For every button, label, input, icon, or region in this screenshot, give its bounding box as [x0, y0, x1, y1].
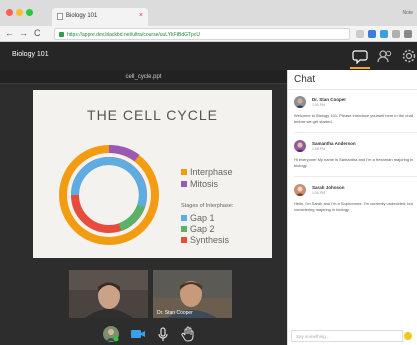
- settings-gear-icon[interactable]: [401, 48, 417, 64]
- gap1-swatch: [181, 215, 187, 221]
- mitosis-swatch: [181, 181, 187, 187]
- message-time: 1:56 PM: [312, 147, 326, 151]
- my-avatar-icon[interactable]: [103, 326, 119, 342]
- microphone-icon[interactable]: [155, 326, 171, 342]
- cell-cycle-donut-chart: [59, 144, 159, 245]
- close-tab-icon[interactable]: ×: [139, 12, 143, 19]
- emoji-icon[interactable]: [404, 332, 412, 340]
- gap1-segment: [108, 157, 147, 208]
- pocket-icon[interactable]: [392, 30, 400, 38]
- browser-tab[interactable]: Biology 101 ×: [52, 8, 148, 26]
- active-tab-indicator: [350, 67, 370, 69]
- maximize-window-button[interactable]: [26, 9, 33, 16]
- url-text: https://appre.dev.blackbd.net/ultra/cour…: [67, 32, 200, 38]
- app-header: Biology 101: [0, 42, 417, 70]
- interphase-swatch: [181, 169, 187, 175]
- main-stage: cell_cycle.ppt THE CELL CYCLE Interphase…: [0, 70, 287, 345]
- legend-label: Gap 2: [190, 224, 215, 234]
- chat-icon[interactable]: [352, 48, 368, 64]
- gap2-segment: [118, 204, 145, 231]
- avatar: [294, 96, 306, 108]
- synthesis-swatch: [181, 237, 187, 243]
- cast-icon[interactable]: [380, 30, 388, 38]
- message-author: Dr. Stan Cooper: [312, 97, 347, 102]
- message-time: 1:56 PM: [312, 191, 326, 195]
- message-divider: [294, 176, 417, 177]
- file-name-bar: cell_cycle.ppt: [0, 70, 287, 84]
- browser-user-label[interactable]: Note: [402, 10, 413, 16]
- stages-title: Stages of Interphase:: [181, 203, 234, 209]
- browser-tab-bar: Biology 101 × Note: [0, 0, 417, 26]
- legend-label: Mitosis: [190, 179, 219, 189]
- forward-icon[interactable]: →: [19, 28, 28, 38]
- reload-icon[interactable]: C: [34, 28, 41, 38]
- chat-panel: Chat Dr. Stan Cooper 1:55 PM Welcome to …: [287, 70, 417, 345]
- presentation-slide: THE CELL CYCLE Interphase Mitosis Stages…: [33, 90, 272, 258]
- mitosis-segment: [108, 144, 140, 162]
- star-icon[interactable]: [356, 30, 364, 38]
- message-author: Samantha Anderson: [312, 141, 356, 146]
- video-tile-instructor[interactable]: Dr. Stan Cooper: [153, 270, 232, 318]
- course-title: Biology 101: [12, 51, 49, 58]
- message-text: Hi everyone! My name is Samantha and I'm…: [294, 157, 414, 168]
- gap2-swatch: [181, 226, 187, 232]
- gap1-segment-b: [71, 157, 110, 196]
- participants-icon[interactable]: [377, 48, 393, 64]
- menu-icon[interactable]: [404, 30, 412, 38]
- video-tile-participant[interactable]: [69, 270, 148, 318]
- message-text: Welcome to Biology 101. Please introduce…: [294, 113, 413, 124]
- legend-label: Interphase: [190, 167, 233, 177]
- message-author: Sarah Johnson: [312, 185, 345, 190]
- chat-message-input[interactable]: Say something...: [291, 330, 403, 342]
- message-time: 1:55 PM: [312, 103, 326, 107]
- extension-icon[interactable]: [368, 30, 376, 38]
- legend-mitosis: Mitosis: [181, 179, 218, 189]
- legend-interphase: Interphase: [181, 167, 233, 177]
- tab-title: Biology 101: [66, 13, 98, 19]
- url-input[interactable]: https://appre.dev.blackbd.net/ultra/cour…: [54, 28, 350, 40]
- minimize-window-button[interactable]: [16, 9, 23, 16]
- session-controls: [0, 322, 287, 345]
- raise-hand-icon[interactable]: [180, 326, 196, 342]
- legend-gap1: Gap 1: [181, 213, 215, 223]
- chat-divider: [288, 89, 417, 90]
- legend-synthesis: Synthesis: [181, 235, 229, 245]
- chat-input-placeholder: Say something...: [296, 334, 330, 339]
- chat-title: Chat: [294, 74, 316, 85]
- legend-label: Synthesis: [190, 235, 230, 245]
- participant-video-feed: [69, 270, 148, 318]
- lock-icon: [59, 32, 64, 37]
- slide-title: THE CELL CYCLE: [87, 107, 218, 123]
- legend-label: Gap 1: [190, 213, 215, 223]
- address-bar-row: ← → C https://appre.dev.blackbd.net/ultr…: [0, 26, 417, 42]
- page-icon: [57, 13, 63, 20]
- legend-gap2: Gap 2: [181, 224, 215, 234]
- camera-icon[interactable]: [130, 326, 146, 342]
- back-icon[interactable]: ←: [5, 28, 14, 38]
- message-text: Hello, I'm Sarah and I'm a Sophomore. I'…: [294, 201, 413, 212]
- message-divider: [294, 132, 417, 133]
- instructor-name: Dr. Stan Cooper: [157, 310, 193, 316]
- file-name: cell_cycle.ppt: [125, 74, 162, 80]
- avatar: [294, 140, 306, 152]
- avatar: [294, 184, 306, 196]
- close-window-button[interactable]: [6, 9, 13, 16]
